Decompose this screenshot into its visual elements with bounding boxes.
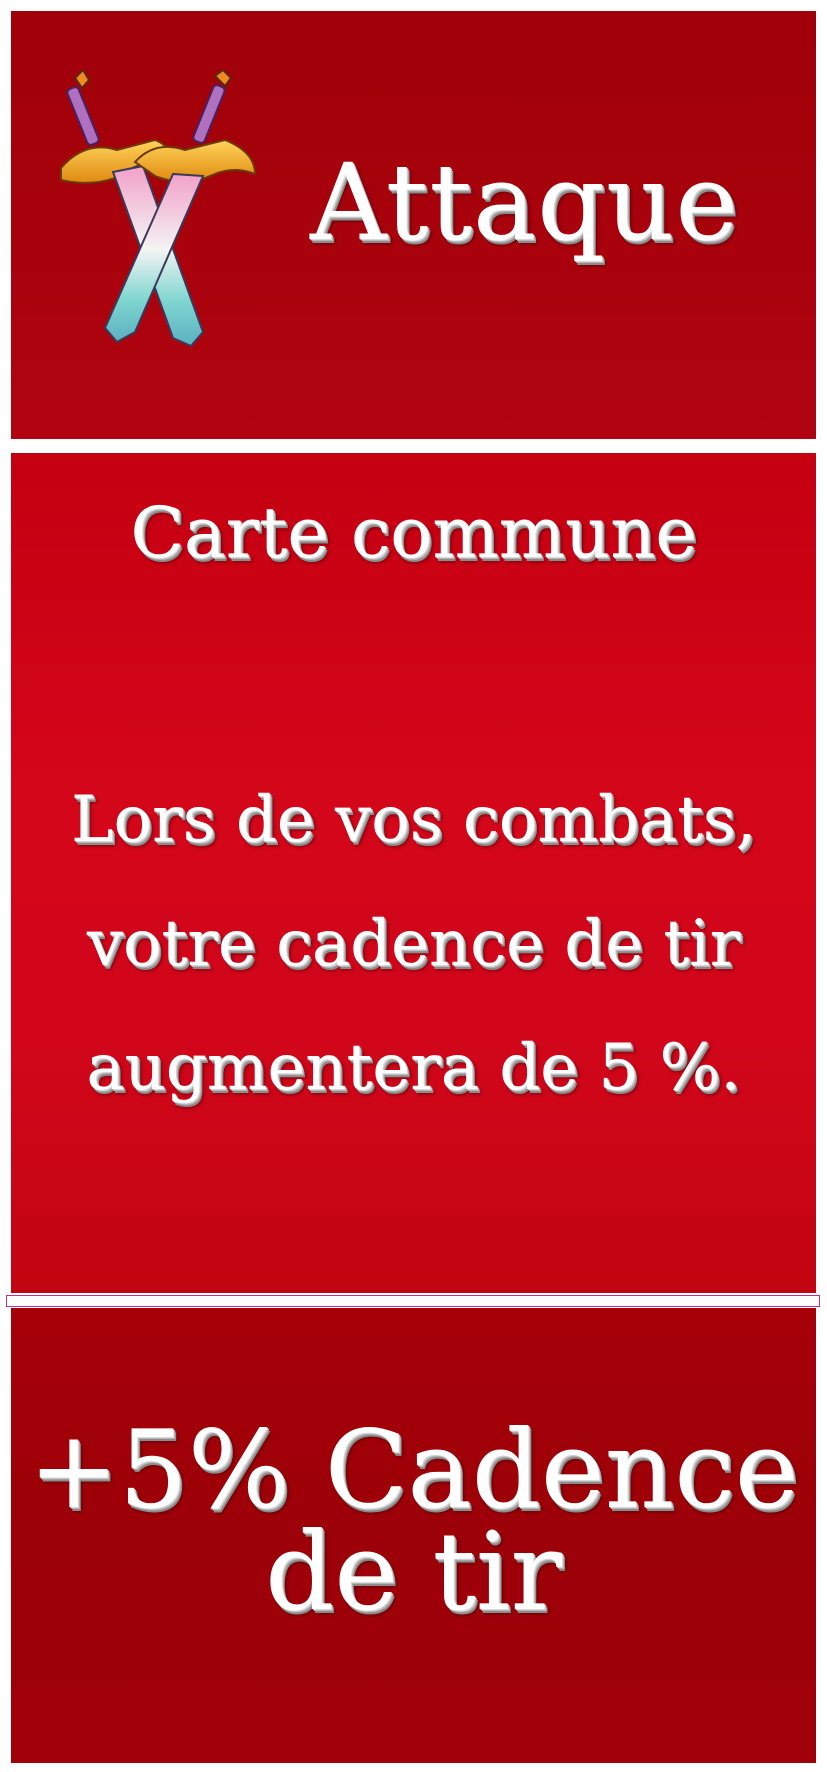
description-line: Lors de vos combats,	[71, 783, 756, 857]
card-rarity-label: Carte commune	[130, 492, 697, 574]
bonus-line: de tir	[265, 1510, 562, 1635]
crossed-swords-icon	[60, 70, 257, 348]
description-line: augmentera de 5 %.	[86, 1031, 741, 1105]
card-bonus: +5% Cadence de tir	[0, 1408, 827, 1635]
card-description: Lors de vos combats, votre cadence de ti…	[0, 758, 827, 1130]
panel-divider	[6, 1295, 820, 1307]
description-line: votre cadence de tir	[86, 907, 741, 981]
bonus-line: +5% Cadence	[28, 1408, 799, 1533]
card-type-title: Attaque	[310, 141, 739, 264]
